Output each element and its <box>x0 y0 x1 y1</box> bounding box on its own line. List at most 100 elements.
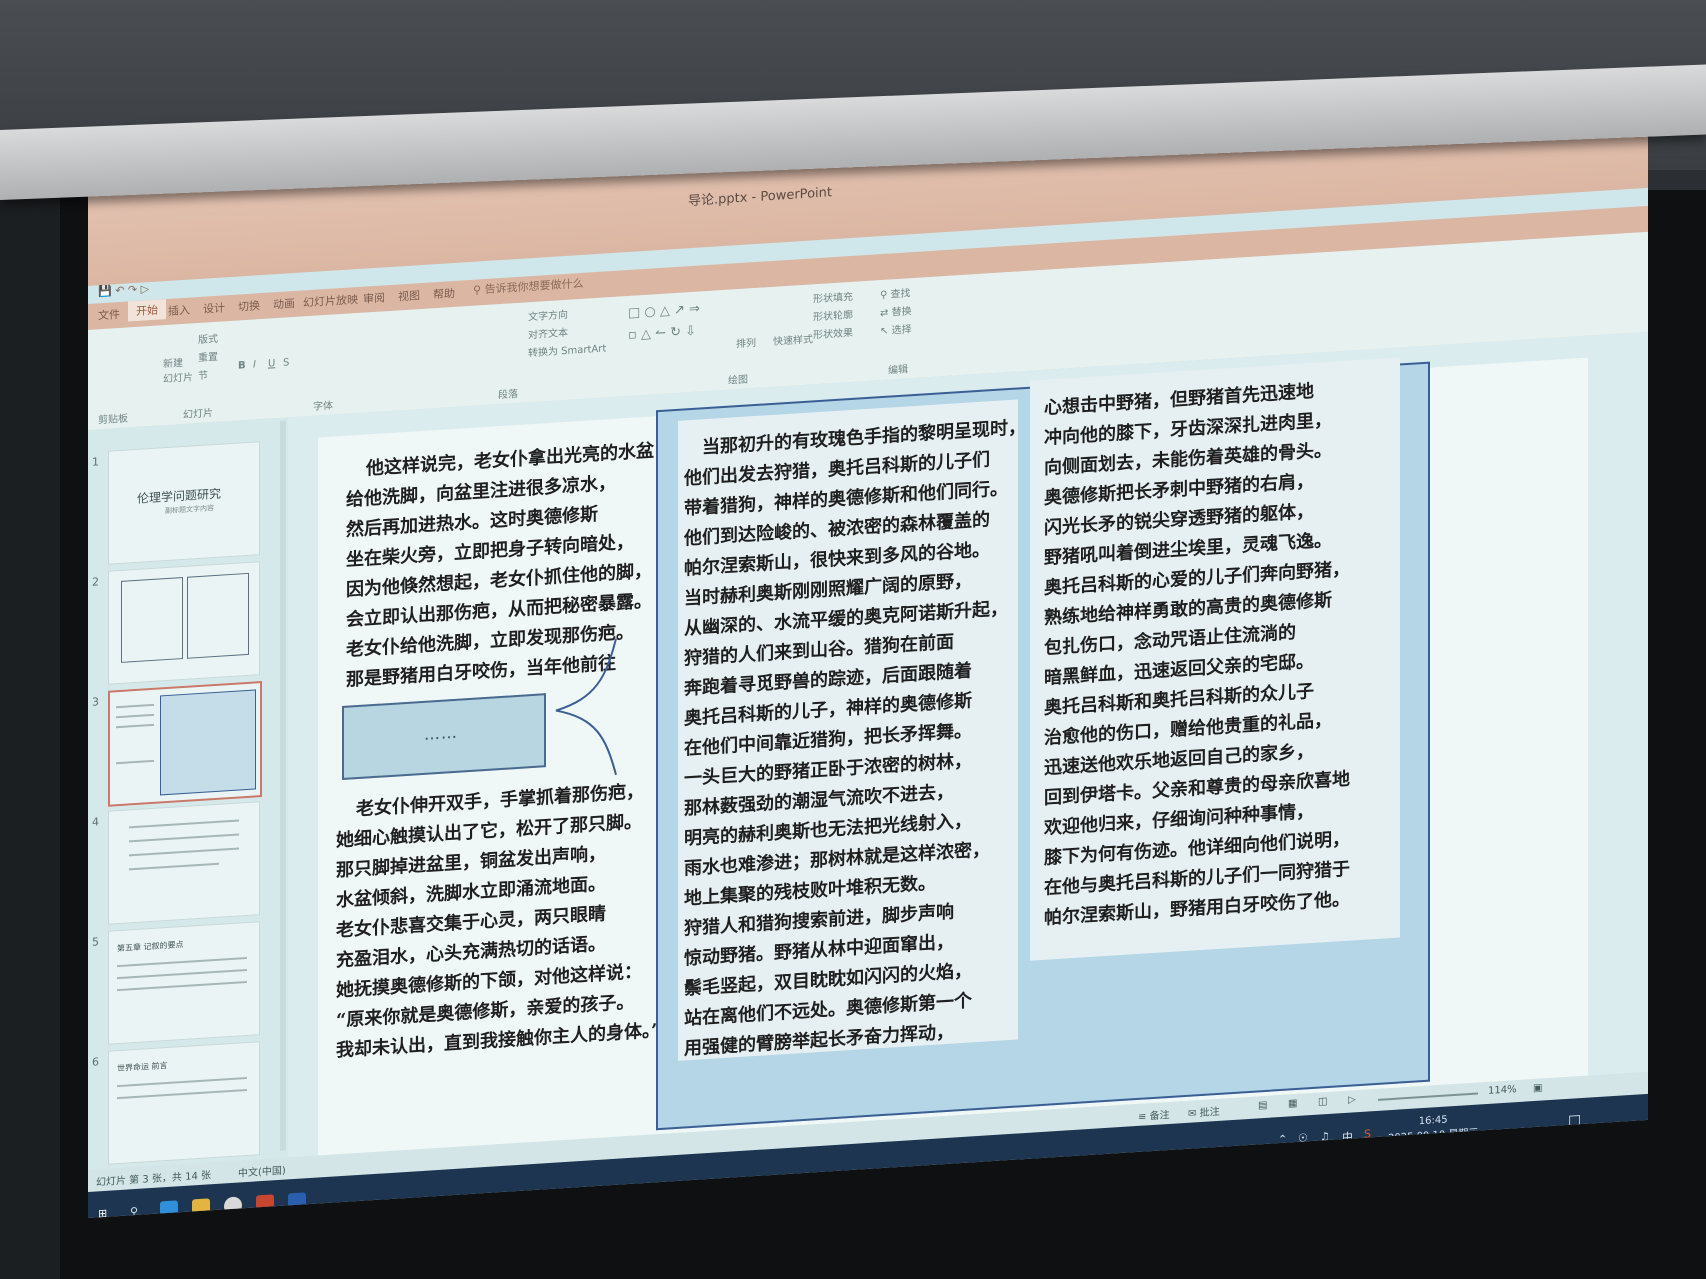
reading-view-icon[interactable]: ◫ <box>1318 1096 1327 1108</box>
present-icon[interactable]: ▷ <box>141 282 149 296</box>
quote-panel[interactable]: 当那初升的有玫瑰色手指的黎明呈现时， 他们出发去狩猎，奥托吕科斯的儿子们 带着猎… <box>656 357 1430 1131</box>
slideshow-icon[interactable]: ▷ <box>1348 1094 1356 1105</box>
find-button[interactable]: ⚲ 查找 <box>880 284 911 301</box>
quick-styles-button[interactable]: 快速样式 <box>773 330 813 348</box>
new-slide-button[interactable]: 新建 幻灯片 <box>163 353 193 385</box>
replace-button[interactable]: ⇄ 替换 <box>880 302 912 319</box>
arrange-button[interactable]: 排列 <box>736 334 756 350</box>
underline-icon[interactable]: U <box>268 358 275 369</box>
replace-label: 替换 <box>891 306 912 319</box>
align-text-button[interactable]: 对齐文本 <box>528 324 568 342</box>
slide-thumbnail-5[interactable]: 第五章 记叙的要点 <box>108 921 260 1045</box>
current-slide[interactable]: 他这样说完，老女仆拿出光亮的水盆， 给他洗脚，向盆里注进很多凉水， 然后再加进热… <box>318 357 1588 1156</box>
powerpoint-window: 导论.pptx - PowerPoint 登录 ▣ – □ ✕ ☺ 共享 💾 ↶… <box>88 69 1648 1218</box>
group-paragraph-label: 段落 <box>498 388 518 402</box>
thumb-text-line <box>117 956 247 968</box>
slide-thumbnails-panel: 1 伦理学问题研究 副标题文字内容 2 3 4 5 第五章 记叙的要点 6 世界… <box>88 417 288 1170</box>
shapes-gallery-icon[interactable]: □ ○ △ ↗ ⇒ <box>628 301 700 321</box>
thumb-text-line <box>116 713 154 719</box>
thumb-panel <box>187 572 249 659</box>
slide-editor: 他这样说完，老女仆拿出光亮的水盆， 给他洗脚，向盆里注进很多凉水， 然后再加进热… <box>288 331 1648 1158</box>
convert-smartart-button[interactable]: 转换为 SmartArt <box>528 339 606 359</box>
comments-label: 批注 <box>1199 1106 1220 1120</box>
slide-thumbnail-1[interactable]: 伦理学问题研究 副标题文字内容 <box>108 441 260 565</box>
ellipsis-box[interactable]: …… <box>342 693 546 781</box>
middle-text-column: 当那初升的有玫瑰色手指的黎明呈现时， 他们出发去狩猎，奥托吕科斯的儿子们 带着猎… <box>678 399 1026 1061</box>
shape-effects-button[interactable]: 形状效果 <box>813 324 853 342</box>
lightbulb-icon: ⚲ <box>473 283 482 297</box>
thumb-subtitle: 副标题文字内容 <box>165 504 214 516</box>
cursor-icon: ↖ <box>880 325 889 338</box>
tab-view[interactable]: 视图 <box>398 287 420 304</box>
thumb-title: 第五章 记叙的要点 <box>117 939 184 954</box>
notes-label: 备注 <box>1149 1109 1170 1123</box>
thumb-text-line <box>117 980 247 992</box>
save-icon[interactable]: 💾 <box>98 285 112 299</box>
thumb-number: 6 <box>92 1055 99 1069</box>
tab-review[interactable]: 审阅 <box>363 289 385 306</box>
tell-me-search[interactable]: ⚲ 告诉我你想要做什么 <box>473 275 584 298</box>
notes-button[interactable]: ≡ 备注 <box>1138 1106 1170 1123</box>
slide-thumbnail-3-selected[interactable] <box>108 681 262 807</box>
windows-start-icon[interactable]: ⊞ <box>98 1207 107 1218</box>
thumb-number: 5 <box>92 935 99 949</box>
thumb-panel <box>160 689 256 796</box>
group-drawing-label: 绘图 <box>728 374 748 387</box>
tab-home[interactable]: 开始 <box>128 299 166 322</box>
search-icon: ⚲ <box>880 289 888 302</box>
tab-file[interactable]: 文件 <box>98 306 120 323</box>
select-label: 选择 <box>891 324 912 337</box>
slide-thumbnail-6[interactable]: 世界命运 前言 <box>108 1041 260 1165</box>
redo-icon[interactable]: ↷ <box>128 283 137 297</box>
quick-access-toolbar: 💾 ↶ ↷ ▷ <box>98 282 149 298</box>
thumb-number: 2 <box>92 575 99 589</box>
thumb-number: 1 <box>92 455 99 469</box>
shapes-gallery-row2-icon[interactable]: ▫ △ ↼ ↻ ⇩ <box>628 324 696 343</box>
tell-me-label: 告诉我你想要做什么 <box>484 276 584 297</box>
replace-icon: ⇄ <box>880 307 889 320</box>
thumb-text-line <box>116 759 154 765</box>
section-button[interactable]: 节 <box>198 366 208 382</box>
find-label: 查找 <box>890 288 911 301</box>
tab-design[interactable]: 设计 <box>203 299 225 316</box>
thumb-text-line <box>129 833 239 843</box>
document-title: 导论.pptx - PowerPoint <box>688 185 832 210</box>
layout-button[interactable]: 版式 <box>198 330 218 346</box>
tab-slideshow[interactable]: 幻灯片放映 <box>303 291 358 310</box>
slide-thumbnail-4[interactable] <box>108 801 260 925</box>
select-button[interactable]: ↖ 选择 <box>880 320 912 337</box>
shape-outline-button[interactable]: 形状轮廓 <box>813 306 853 324</box>
shadow-icon[interactable]: S <box>283 357 289 368</box>
tab-transitions[interactable]: 切换 <box>238 297 260 314</box>
tab-animations[interactable]: 动画 <box>273 295 295 312</box>
language-indicator[interactable]: 中文(中国) <box>238 1162 286 1180</box>
fit-slide-icon[interactable]: ▣ <box>1533 1082 1542 1094</box>
group-clipboard-label: 剪贴板 <box>98 413 128 427</box>
thumbnails-scrollbar[interactable] <box>280 420 286 1151</box>
comment-icon: ✉ <box>1188 1108 1197 1120</box>
zoom-level[interactable]: 114% <box>1488 1084 1517 1097</box>
tab-help[interactable]: 帮助 <box>433 285 455 302</box>
shape-fill-button[interactable]: 形状填充 <box>813 288 853 306</box>
slide-thumbnail-2[interactable] <box>108 561 260 685</box>
italic-icon[interactable]: I <box>253 359 256 370</box>
ellipsis-text: …… <box>424 722 458 744</box>
reset-button[interactable]: 重置 <box>198 348 218 364</box>
bold-icon[interactable]: B <box>238 360 246 371</box>
text-direction-button[interactable]: 文字方向 <box>528 306 568 324</box>
right-text-column: 心想击中野猪，但野猪首先迅速地 冲向他的膝下，牙齿深深扎进肉里， 向侧面划去，未… <box>1030 357 1400 961</box>
comments-button[interactable]: ✉ 批注 <box>1188 1103 1220 1120</box>
thumb-title: 世界命运 前言 <box>117 1060 168 1074</box>
left-text-column: 他这样说完，老女仆拿出光亮的水盆， 给他洗脚，向盆里注进很多凉水， 然后再加进热… <box>336 437 672 1061</box>
tab-insert[interactable]: 插入 <box>168 302 190 319</box>
curly-brace-shape[interactable] <box>546 636 626 781</box>
slide-sorter-icon[interactable]: ▦ <box>1288 1098 1297 1110</box>
thumb-text-line <box>129 819 239 829</box>
thumb-number: 4 <box>92 815 99 829</box>
text-line: 他这样说完，老女仆拿出光亮的水盆， <box>366 439 672 480</box>
zoom-slider[interactable] <box>1378 1092 1478 1101</box>
notes-icon: ≡ <box>1138 1111 1147 1123</box>
normal-view-icon[interactable]: ▤ <box>1258 1100 1267 1112</box>
thumb-number: 3 <box>92 695 99 709</box>
undo-icon[interactable]: ↶ <box>115 284 124 298</box>
